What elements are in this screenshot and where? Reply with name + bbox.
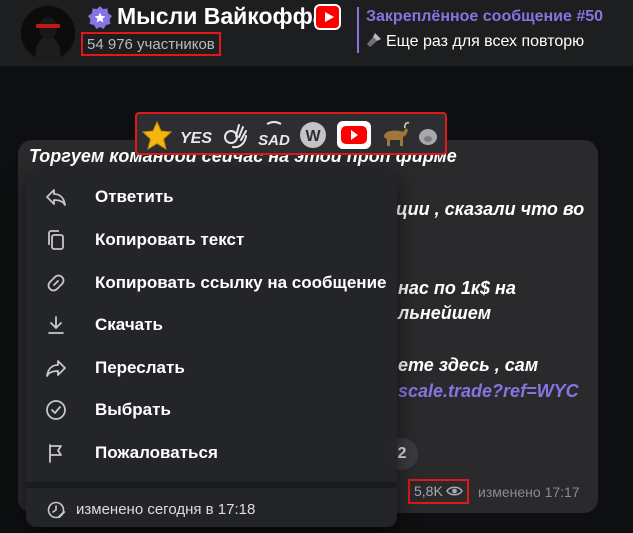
svg-text:W: W — [305, 128, 321, 145]
reply-icon — [46, 189, 66, 206]
view-count-value: 5,8K — [414, 483, 443, 499]
menu-item-report[interactable]: Пожаловаться — [26, 433, 397, 473]
pinned-divider — [357, 7, 359, 53]
yes-sticker-icon[interactable]: YES — [180, 120, 212, 150]
download-icon — [48, 316, 64, 334]
edited-info-text: изменено сегодня в 17:18 — [76, 501, 256, 518]
pinned-message-preview[interactable]: Еще раз для всех повторю — [366, 32, 584, 51]
menu-item-label: Выбрать — [95, 400, 171, 419]
flag-icon — [49, 444, 62, 463]
menu-item-label: Переслать — [95, 358, 185, 377]
message-line-4: льнейшем — [398, 303, 492, 323]
message-line-5: ете здесь , сам — [398, 355, 539, 375]
star-emoji-icon[interactable] — [141, 120, 173, 150]
forward-icon — [46, 360, 66, 377]
edited-info-row: изменено сегодня в 17:18 — [26, 498, 397, 524]
menu-item-label: Копировать текст — [95, 230, 245, 249]
pig-emoji-icon[interactable] — [417, 120, 439, 150]
verified-badge-icon — [88, 6, 112, 29]
chat-header[interactable]: Мысли Вайкоффа 54 976 участников Закрепл… — [0, 0, 633, 66]
svg-text:YES: YES — [180, 130, 212, 147]
pinned-message-text: Еще раз для всех повторю — [386, 33, 585, 50]
check-circle-icon — [46, 400, 66, 420]
menu-item-select[interactable]: Выбрать — [26, 390, 397, 430]
channel-title[interactable]: Мысли Вайкоффа — [117, 3, 326, 30]
subscriber-count: 54 976 участников — [81, 32, 221, 56]
referral-link[interactable]: scale.trade?ref=WYC — [398, 381, 579, 402]
edit-clock-icon — [47, 501, 66, 519]
message-line-3: нас по 1к$ на — [398, 278, 516, 298]
ok-hand-emoji-icon[interactable] — [219, 120, 251, 150]
menu-item-label: Пожаловаться — [95, 443, 218, 462]
microphone-icon — [367, 33, 381, 47]
eye-icon — [445, 486, 463, 496]
menu-item-label: Копировать ссылку на сообщение — [95, 273, 387, 292]
youtube-badge-icon — [314, 4, 341, 30]
menu-item-label: Ответить — [95, 187, 174, 206]
reaction-picker[interactable]: YES SAD W — [135, 112, 447, 155]
menu-item-download[interactable]: Скачать — [26, 305, 397, 345]
pinned-message-title[interactable]: Закреплённое сообщение #50 — [366, 8, 603, 26]
copy-icon — [48, 230, 64, 250]
edited-label: изменено 17:17 — [478, 484, 580, 500]
link-icon — [47, 274, 65, 292]
sad-sticker-icon[interactable]: SAD — [258, 120, 290, 150]
view-count: 5,8K — [408, 479, 469, 504]
menu-item-label: Скачать — [95, 315, 163, 334]
w-logo-icon[interactable]: W — [297, 120, 329, 150]
message-context-menu[interactable]: Ответить Копировать текст Копировать ссы… — [26, 171, 397, 527]
menu-item-copy-text[interactable]: Копировать текст — [26, 220, 397, 260]
menu-item-reply[interactable]: Ответить — [26, 177, 397, 217]
svg-text:SAD: SAD — [258, 132, 290, 149]
channel-avatar[interactable] — [21, 6, 75, 60]
youtube-logo-icon[interactable] — [336, 120, 372, 150]
menu-item-copy-link[interactable]: Копировать ссылку на сообщение — [26, 263, 397, 303]
menu-item-forward[interactable]: Переслать — [26, 348, 397, 388]
goat-emoji-icon[interactable] — [379, 120, 411, 150]
menu-separator — [26, 482, 397, 488]
message-line-2: ции , сказали что во — [396, 199, 585, 219]
